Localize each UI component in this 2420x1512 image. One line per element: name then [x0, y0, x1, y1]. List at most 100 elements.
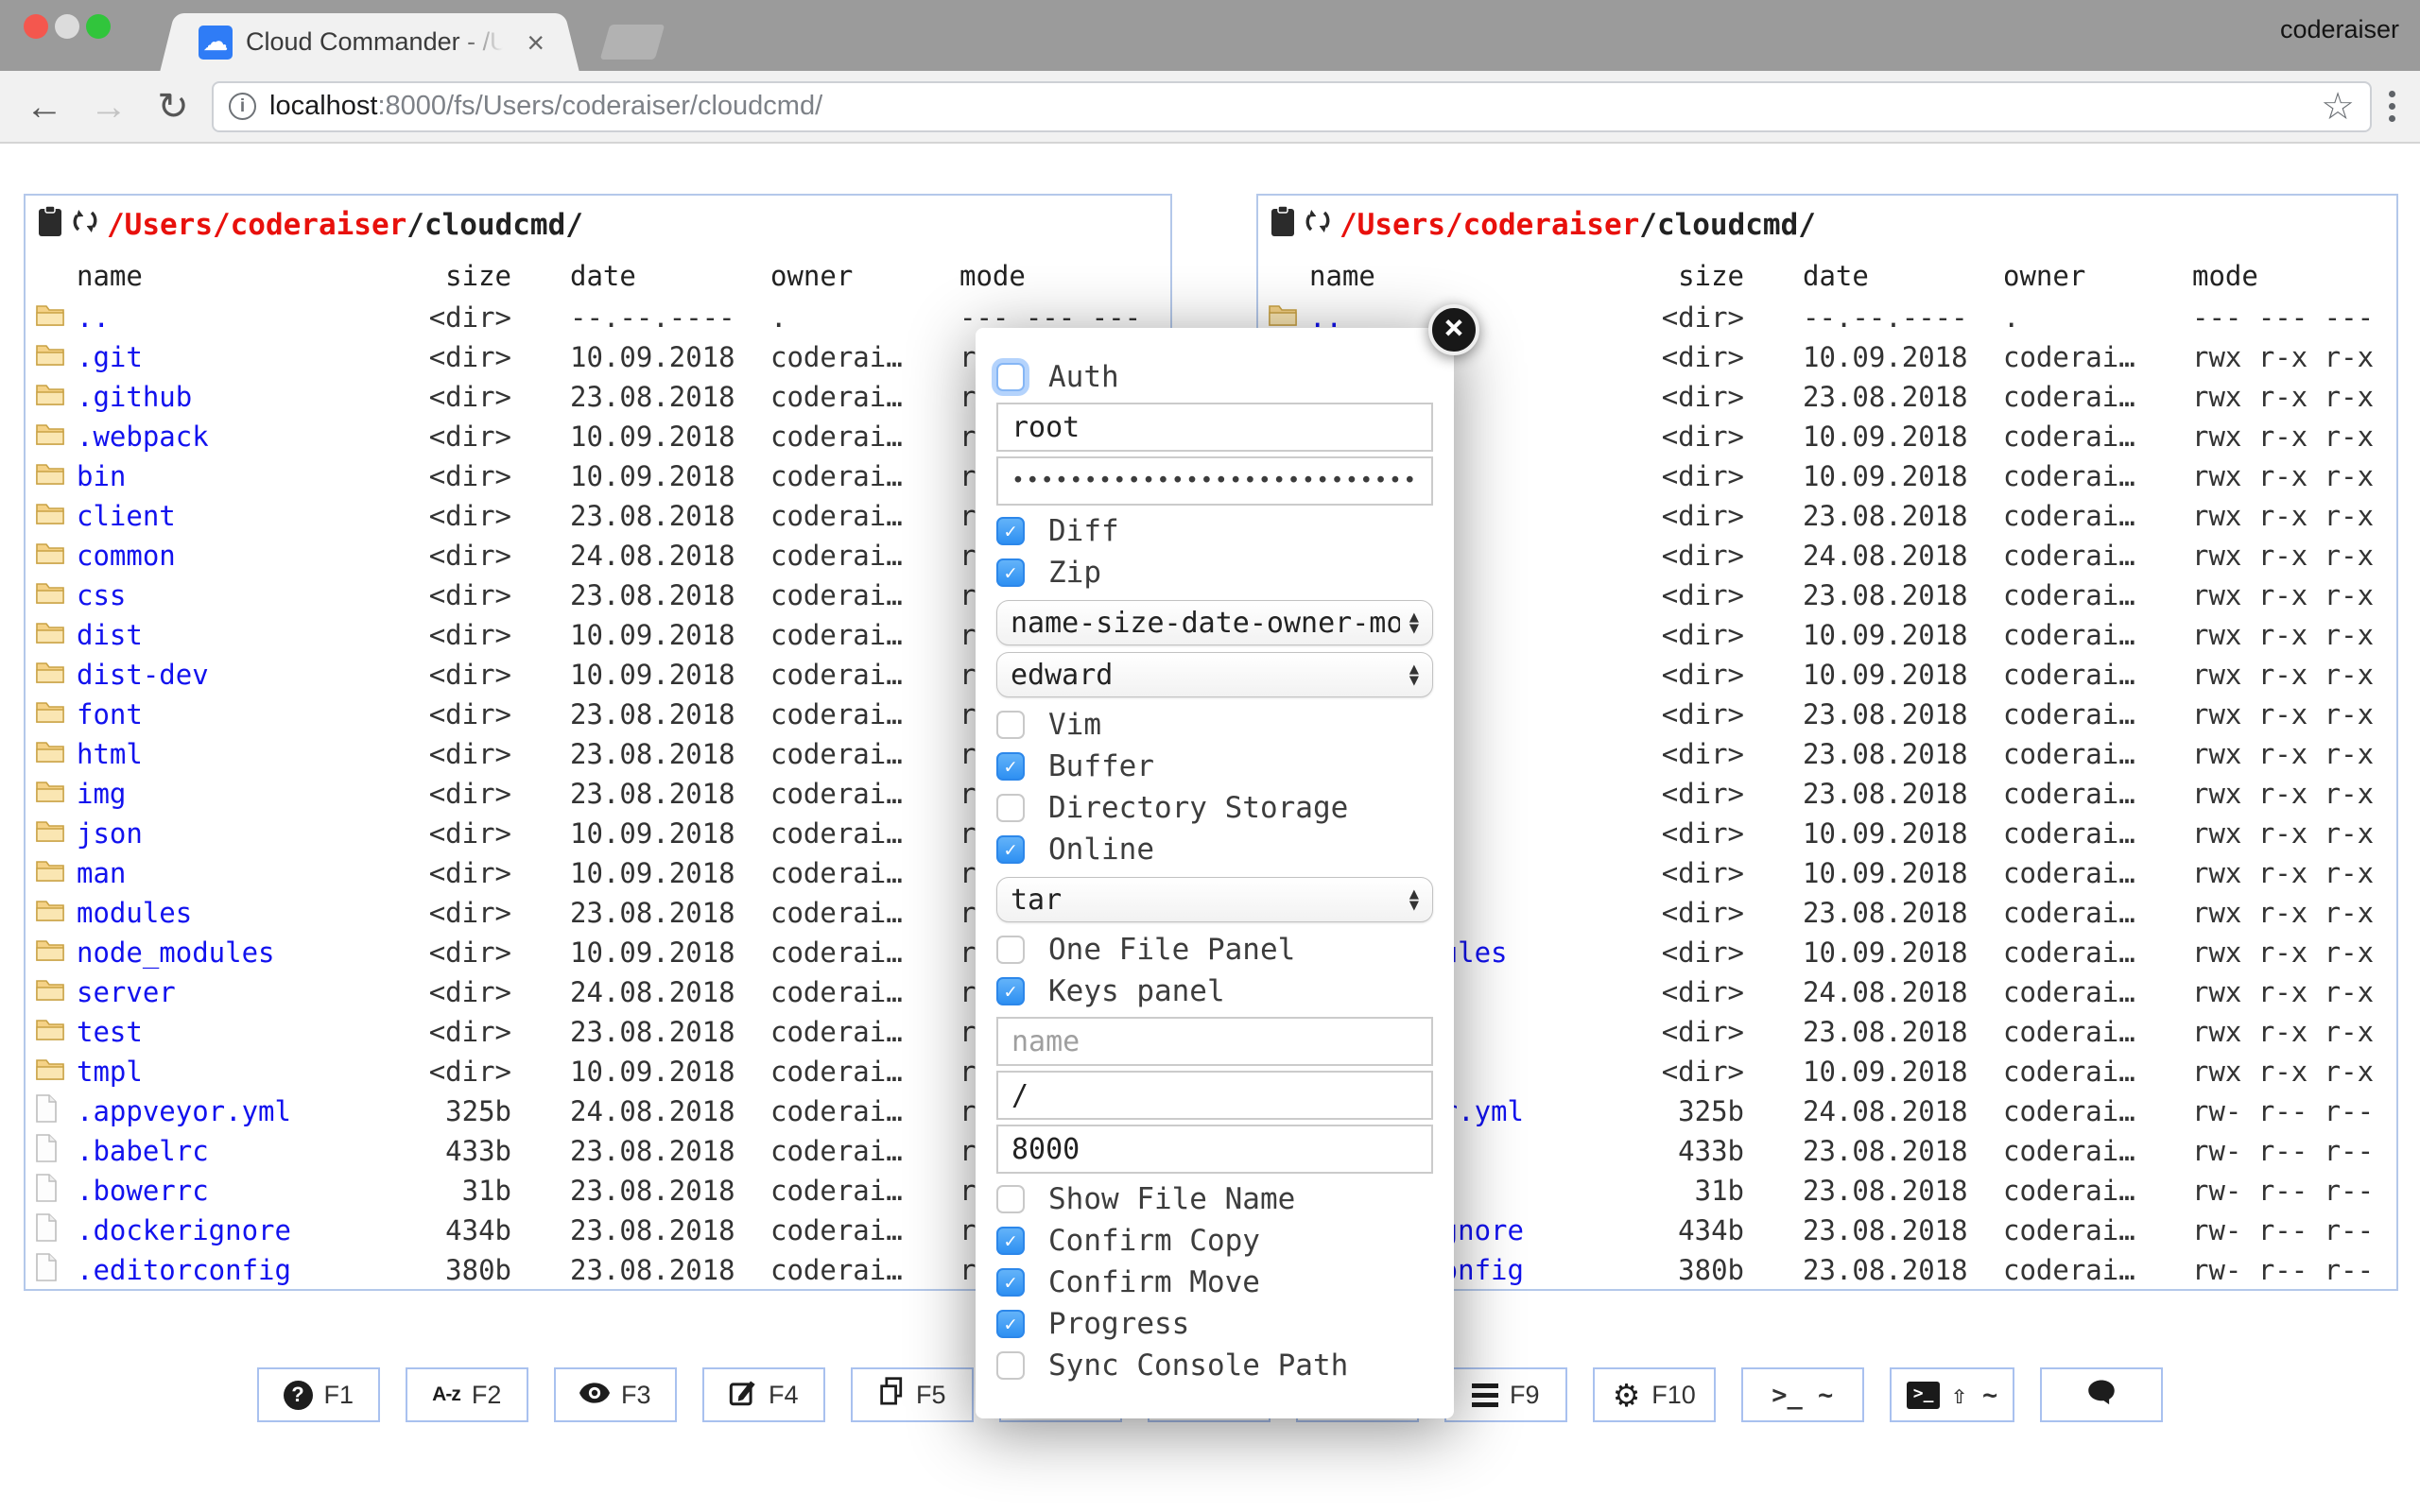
- rename-f2-button[interactable]: A-z F2: [406, 1367, 528, 1422]
- file-name-link[interactable]: .appveyor.yml: [77, 1095, 291, 1127]
- column-header-size[interactable]: size: [417, 260, 511, 292]
- view-f3-button[interactable]: F3: [554, 1367, 677, 1422]
- window-zoom-button[interactable]: [86, 14, 111, 39]
- address-bar[interactable]: i localhost:8000/fs/Users/coderaiser/clo…: [212, 81, 2372, 132]
- file-name-link[interactable]: img: [77, 778, 126, 810]
- port-field[interactable]: [996, 1125, 1433, 1174]
- file-name-link[interactable]: client: [77, 500, 176, 532]
- refresh-icon[interactable]: [71, 206, 99, 244]
- file-name-link[interactable]: ..: [77, 301, 110, 334]
- checkbox-diff[interactable]: Diff: [996, 510, 1433, 552]
- tab-close-icon[interactable]: ×: [527, 27, 544, 58]
- checkbox-box[interactable]: [996, 752, 1025, 781]
- browser-tab[interactable]: ☁ Cloud Commander - /Users/co ×: [182, 13, 558, 71]
- column-header-date[interactable]: date: [570, 260, 770, 292]
- bookmark-star-icon[interactable]: ☆: [2321, 88, 2355, 126]
- page-info-icon[interactable]: i: [229, 93, 256, 120]
- column-header-mode[interactable]: mode: [2192, 260, 2389, 292]
- column-header-date[interactable]: date: [1803, 260, 2003, 292]
- file-name-link[interactable]: .babelrc: [77, 1135, 209, 1167]
- checkbox-box[interactable]: [996, 711, 1025, 739]
- file-name-link[interactable]: dist: [77, 619, 143, 651]
- window-minimize-button[interactable]: [55, 14, 79, 39]
- checkbox-confirm-copy[interactable]: Confirm Copy: [996, 1220, 1433, 1262]
- clipboard-icon[interactable]: [1270, 205, 1296, 245]
- checkbox-directory-storage[interactable]: Directory Storage: [996, 787, 1433, 829]
- chat-button[interactable]: [2040, 1367, 2163, 1422]
- checkbox-box[interactable]: [996, 1310, 1025, 1338]
- file-name-link[interactable]: .dockerignore: [77, 1214, 291, 1246]
- file-name-link[interactable]: test: [77, 1016, 143, 1048]
- clipboard-icon[interactable]: [37, 205, 63, 245]
- file-name-link[interactable]: server: [77, 976, 176, 1008]
- url-text[interactable]: localhost:8000/fs/Users/coderaiser/cloud…: [269, 91, 822, 122]
- file-name-link[interactable]: font: [77, 698, 143, 730]
- path-parent-link[interactable]: /Users/coderaiser: [107, 208, 406, 242]
- console-button[interactable]: >_ ~: [1741, 1367, 1864, 1422]
- dialog-close-button[interactable]: ×: [1428, 304, 1479, 355]
- column-header-name[interactable]: name: [1309, 260, 1650, 292]
- config-f10-button[interactable]: ⚙ F10: [1593, 1367, 1716, 1422]
- file-name-link[interactable]: modules: [77, 897, 192, 929]
- column-header-size[interactable]: size: [1650, 260, 1744, 292]
- checkbox-box[interactable]: [996, 794, 1025, 822]
- file-name-link[interactable]: dist-dev: [77, 659, 209, 691]
- checkbox-sync-console-path[interactable]: Sync Console Path: [996, 1345, 1433, 1386]
- checkbox-buffer[interactable]: Buffer: [996, 746, 1433, 787]
- columns-select[interactable]: name-size-date-owner-mode ▲▼: [996, 600, 1433, 645]
- file-name-link[interactable]: bin: [77, 460, 126, 492]
- file-name-link[interactable]: common: [77, 540, 176, 572]
- new-tab-button[interactable]: [600, 25, 666, 60]
- file-name-link[interactable]: node_modules: [77, 936, 275, 969]
- checkbox-keys-panel[interactable]: Keys panel: [996, 971, 1433, 1012]
- column-header-name[interactable]: name: [77, 260, 417, 292]
- copy-f5-button[interactable]: F5: [851, 1367, 974, 1422]
- packer-select[interactable]: tar ▲▼: [996, 877, 1433, 922]
- checkbox-box[interactable]: [996, 517, 1025, 545]
- checkbox-box[interactable]: [996, 1185, 1025, 1213]
- column-header-owner[interactable]: owner: [770, 260, 912, 292]
- checkbox-box[interactable]: [996, 558, 1025, 587]
- file-name-link[interactable]: json: [77, 817, 143, 850]
- editor-select[interactable]: edward ▲▼: [996, 652, 1433, 697]
- file-name-link[interactable]: .github: [77, 381, 192, 413]
- back-icon[interactable]: ←: [25, 88, 64, 126]
- file-name-link[interactable]: css: [77, 579, 126, 611]
- password-field[interactable]: [996, 456, 1433, 506]
- prefix-field[interactable]: [996, 1071, 1433, 1120]
- file-name-link[interactable]: .bowerrc: [77, 1175, 209, 1207]
- checkbox-box[interactable]: [996, 977, 1025, 1005]
- path-parent-link[interactable]: /Users/coderaiser: [1340, 208, 1639, 242]
- column-header-mode[interactable]: mode: [959, 260, 1163, 292]
- window-close-button[interactable]: [24, 14, 48, 39]
- file-name-link[interactable]: man: [77, 857, 126, 889]
- checkbox-one-file-panel[interactable]: One File Panel: [996, 929, 1433, 971]
- checkbox-box[interactable]: [996, 936, 1025, 964]
- checkbox-vim[interactable]: Vim: [996, 704, 1433, 746]
- terminal-button[interactable]: >_ ⇧ ~: [1890, 1367, 2014, 1422]
- checkbox-box[interactable]: [996, 1268, 1025, 1297]
- checkbox-zip[interactable]: Zip: [996, 552, 1433, 593]
- checkbox-show-file-name[interactable]: Show File Name: [996, 1178, 1433, 1220]
- edit-f4-button[interactable]: F4: [702, 1367, 825, 1422]
- column-header-owner[interactable]: owner: [2003, 260, 2145, 292]
- checkbox-box[interactable]: [996, 363, 1025, 391]
- refresh-icon[interactable]: [1304, 206, 1332, 244]
- browser-menu-icon[interactable]: [2389, 91, 2395, 122]
- checkbox-box[interactable]: [996, 1227, 1025, 1255]
- checkbox-box[interactable]: [996, 1351, 1025, 1380]
- checkbox-progress[interactable]: Progress: [996, 1303, 1433, 1345]
- file-name-link[interactable]: tmpl: [77, 1056, 143, 1088]
- reload-icon[interactable]: ↻: [153, 88, 193, 126]
- file-name-link[interactable]: .git: [77, 341, 143, 373]
- menu-f9-button[interactable]: F9: [1444, 1367, 1567, 1422]
- file-name-link[interactable]: html: [77, 738, 143, 770]
- help-f1-button[interactable]: ? F1: [257, 1367, 380, 1422]
- checkbox-box[interactable]: [996, 835, 1025, 864]
- username-field[interactable]: [996, 403, 1433, 452]
- checkbox-auth[interactable]: Auth: [996, 356, 1433, 398]
- file-name-link[interactable]: .webpack: [77, 421, 209, 453]
- file-name-link[interactable]: .editorconfig: [77, 1254, 291, 1286]
- checkbox-online[interactable]: Online: [996, 829, 1433, 870]
- checkbox-confirm-move[interactable]: Confirm Move: [996, 1262, 1433, 1303]
